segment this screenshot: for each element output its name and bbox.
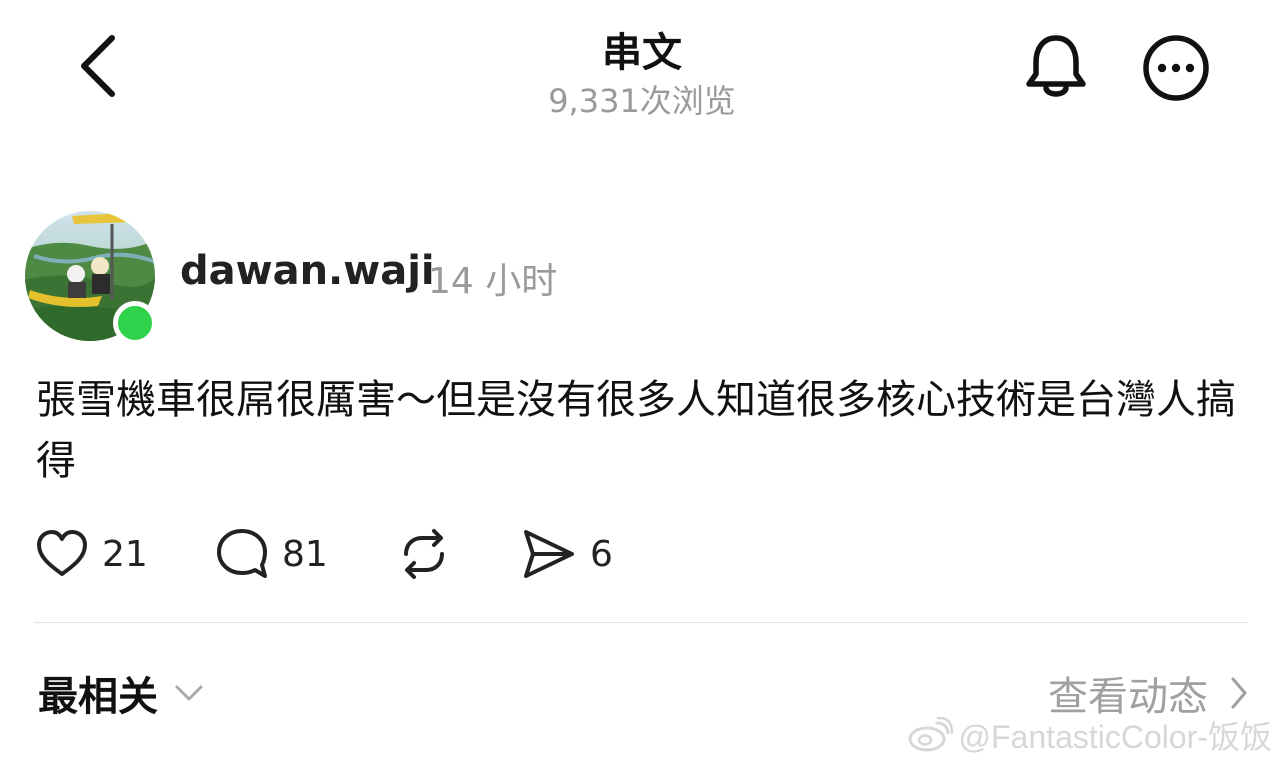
notification-button[interactable] bbox=[1022, 30, 1090, 102]
repost-icon bbox=[404, 529, 444, 579]
view-count: 9,331次浏览 bbox=[548, 82, 736, 120]
comment-icon bbox=[217, 529, 267, 578]
comment-count: 81 bbox=[282, 533, 328, 575]
comment-button[interactable]: 81 bbox=[214, 524, 328, 584]
like-count: 21 bbox=[102, 533, 148, 575]
share-button[interactable]: 6 bbox=[520, 524, 613, 584]
post-time: 14 小时 bbox=[428, 261, 558, 302]
username[interactable]: dawan.waji bbox=[180, 248, 435, 294]
more-icon bbox=[1143, 35, 1209, 101]
share-count: 6 bbox=[590, 533, 613, 575]
more-options-button[interactable] bbox=[1140, 32, 1212, 104]
watermark-text: @FantasticColor-饭饭 bbox=[958, 719, 1272, 755]
chevron-down-icon bbox=[175, 685, 203, 701]
thread-page: 串文 9,331次浏览 dawan.waji 14 小时 張雪機車很屌很厲害～但… bbox=[0, 0, 1284, 764]
chevron-right-icon bbox=[1231, 677, 1247, 709]
like-button[interactable]: 21 bbox=[34, 524, 148, 584]
send-icon bbox=[524, 530, 574, 578]
repost-button[interactable] bbox=[394, 524, 454, 584]
bell-icon bbox=[1026, 35, 1086, 97]
heart-icon bbox=[37, 530, 87, 576]
sort-dropdown[interactable]: 最相关 bbox=[38, 664, 204, 722]
page-title: 串文 bbox=[602, 30, 682, 76]
post-content: 張雪機車很屌很厲害～但是沒有很多人知道很多核心技術是台灣人搞得 bbox=[36, 377, 1236, 484]
watermark: @FantasticColor-饭饭 bbox=[907, 712, 1272, 758]
divider bbox=[34, 622, 1248, 623]
sort-label: 最相关 bbox=[38, 674, 158, 720]
weibo-icon bbox=[908, 717, 953, 752]
online-status-indicator bbox=[113, 301, 157, 345]
